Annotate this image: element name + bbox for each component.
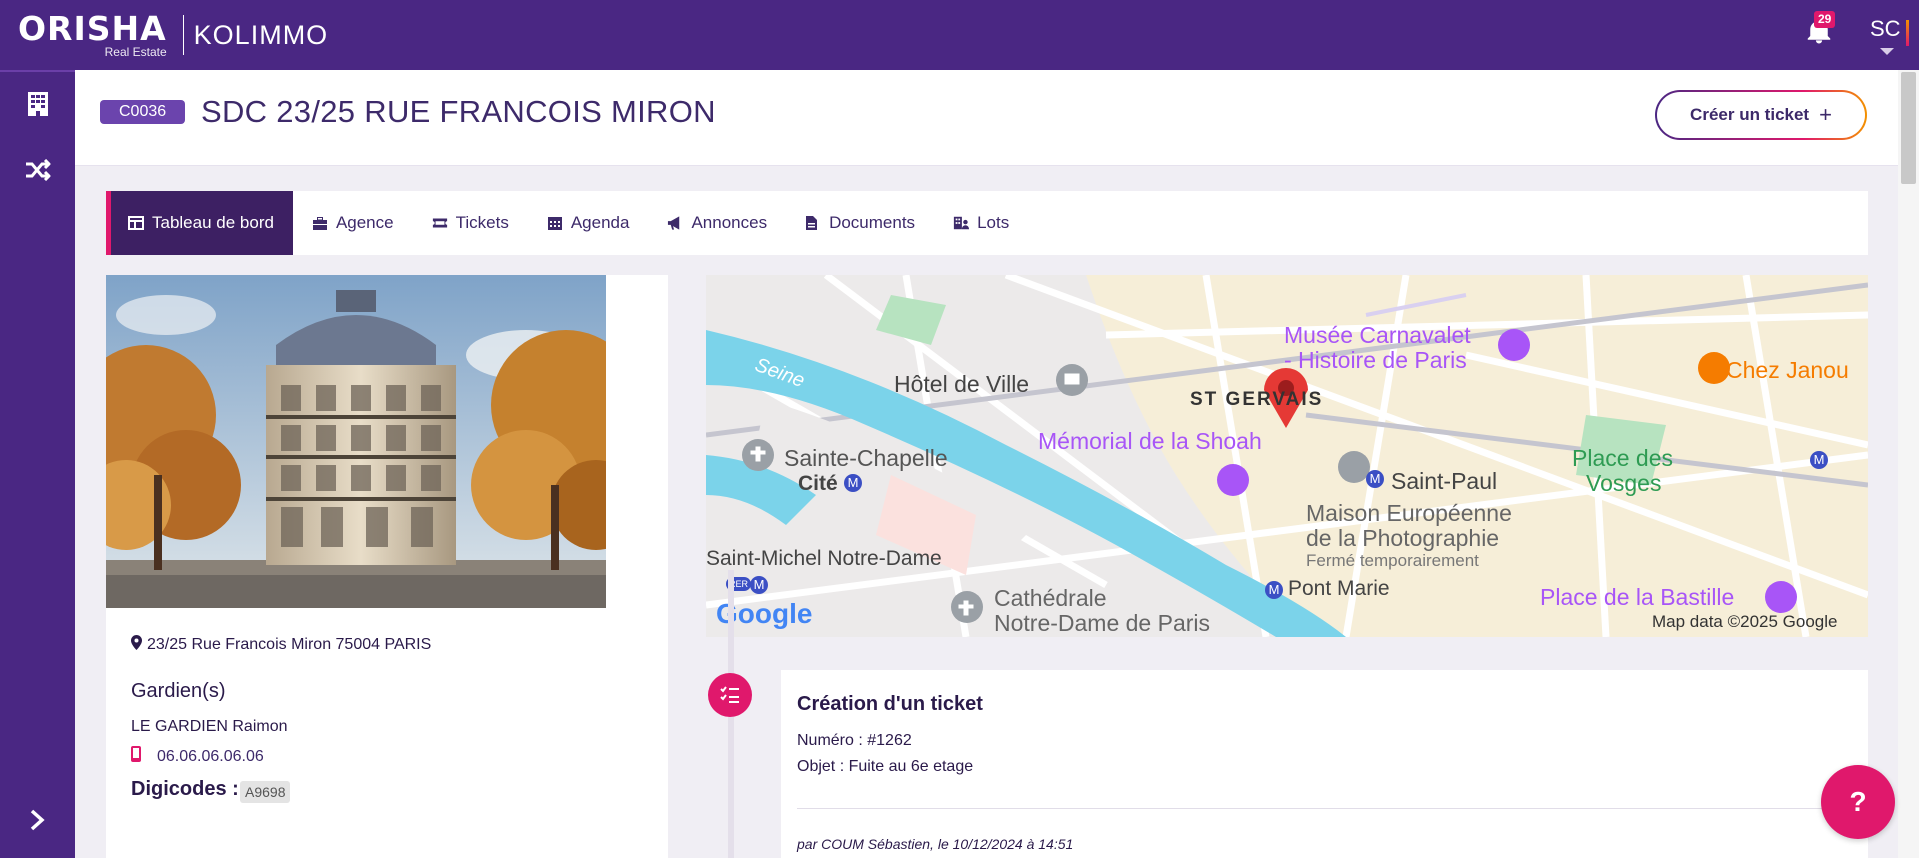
map-label-cathedrale-2: Notre-Dame de Paris [994,610,1211,636]
lots-icon [953,215,970,231]
map-label-cite: Cité [798,472,838,495]
metro-icon: M [1810,451,1828,469]
tab-agenda[interactable]: Agenda [528,191,649,255]
checklist-icon [708,673,752,717]
map-label-sainte-chapelle: Sainte-Chapelle [784,445,948,471]
tab-documents-label: Documents [829,213,916,232]
map-label-musee-2: - Histoire de Paris [1284,347,1467,373]
map-pin-icon [131,635,142,655]
timeline-author: par COUM Sébastien, le 10/12/2024 à 14:5… [797,836,1074,852]
tab-annonces-label: Annonces [691,213,768,232]
brand-logo[interactable]: ORISHA Real Estate KOLIMMO [18,8,329,59]
digicodes-heading: Digicodes : [131,778,239,800]
tab-tickets-label: Tickets [455,213,509,232]
document-icon [805,215,821,231]
chevron-down-icon[interactable] [1880,48,1894,55]
tab-lots-label: Lots [977,213,1010,232]
map-label-cathedrale-1: Cathédrale [994,585,1107,611]
ticket-icon [432,215,448,231]
building-code-badge: C0036 [100,100,186,124]
ticket-subject: Objet : Fuite au 6e etage [797,758,974,775]
guardian-name: LE GARDIEN Raimon [131,718,288,735]
megaphone-icon [667,215,683,231]
building-photo [106,275,606,608]
map-label-place-vosges-1: Place des [1572,445,1674,471]
map-label-saint-paul: Saint-Paul [1391,468,1498,494]
timeline-title: Création d'un ticket [797,693,983,715]
digicode-badge: A9698 [240,781,291,803]
briefcase-icon [312,215,328,231]
building-card: 23/25 Rue Francois Miron 75004 PARIS Gar… [106,275,668,858]
tab-bar: Tableau de bord Agence Tickets Agenda An… [106,191,1868,255]
metro-icon: M [750,576,768,594]
map-label-memorial: Mémorial de la Shoah [1038,428,1262,454]
map-label-maison-2: de la Photographie [1306,525,1500,551]
map-label-place-vosges-2: Vosges [1586,470,1662,496]
guardian-phone[interactable]: 06.06.06.06.06 [131,746,264,767]
page-header: C0036 SDC 23/25 RUE FRANCOIS MIRON Créer… [75,70,1898,166]
map-label-chez-janou: Chez Janou [1726,357,1849,383]
tab-annonces[interactable]: Annonces [648,191,786,255]
shuffle-icon[interactable] [24,156,52,184]
building-icon[interactable] [24,90,52,118]
map-label-maison-1: Maison Européenne [1306,500,1512,526]
logo-divider [182,15,184,55]
map-label-musee-1: Musée Carnavalet [1284,322,1471,348]
tab-tickets[interactable]: Tickets [413,191,528,255]
scrollbar[interactable] [1898,70,1919,858]
tab-documents[interactable]: Documents [786,191,934,255]
page-title: SDC 23/25 RUE FRANCOIS MIRON [201,94,716,129]
tab-dashboard-label: Tableau de bord [152,213,274,232]
notification-badge: 29 [1814,11,1836,28]
calendar-icon [547,215,563,231]
map-label-bastille: Place de la Bastille [1540,584,1735,610]
location-map[interactable]: Seine Hôtel de Ville ST GERVAIS Musée Ca… [706,275,1868,637]
mobile-phone-icon [131,746,141,767]
create-ticket-button[interactable]: Créer un ticket + [1655,90,1867,140]
address-text: 23/25 Rue Francois Miron 75004 PARIS [147,636,432,653]
metro-icon: M [1366,470,1384,488]
top-bar: ORISHA Real Estate KOLIMMO [0,0,1919,70]
app-name: KOLIMMO [193,19,329,50]
ticket-number: Numéro : #1262 [797,732,912,749]
tab-dashboard[interactable]: Tableau de bord [106,191,293,255]
metro-icon: M [1265,581,1283,599]
user-menu[interactable]: SC [1870,16,1901,42]
chevron-right-icon[interactable] [28,809,46,836]
map-label-pont-marie: Pont Marie [1288,577,1390,600]
brand-name: ORISHA [18,8,167,48]
guardians-heading: Gardien(s) [131,680,226,702]
brand-sub: Real Estate [104,44,167,59]
create-ticket-label: Créer un ticket [1690,105,1810,124]
dashboard-icon [128,215,144,231]
building-address: 23/25 Rue Francois Miron 75004 PARIS [131,635,431,655]
main-content: C0036 SDC 23/25 RUE FRANCOIS MIRON Créer… [75,70,1898,858]
tab-agenda-label: Agenda [570,213,630,232]
scrollbar-thumb[interactable] [1901,72,1916,184]
metro-icon: M [844,474,862,492]
map-label-ferme: Fermé temporairement [1306,551,1479,570]
tab-agence[interactable]: Agence [293,191,413,255]
tab-agence-label: Agence [335,213,394,232]
map-attribution: Map data ©2025 Google [1652,612,1838,631]
accent-edge [1906,20,1909,46]
map-label-saint-michel: Saint-Michel Notre-Dame [706,547,942,570]
tab-lots[interactable]: Lots [934,191,1028,255]
map-label-hotel-de-ville: Hôtel de Ville [894,371,1030,397]
sidebar [0,70,75,858]
help-button[interactable]: ? [1821,765,1895,839]
divider [797,808,1857,809]
timeline-entry: Création d'un ticket Numéro : #1262 Obje… [781,670,1868,858]
map-label-st-gervais: ST GERVAIS [1190,389,1324,410]
guardian-phone-number: 06.06.06.06.06 [157,747,264,765]
plus-icon: + [1819,102,1832,127]
